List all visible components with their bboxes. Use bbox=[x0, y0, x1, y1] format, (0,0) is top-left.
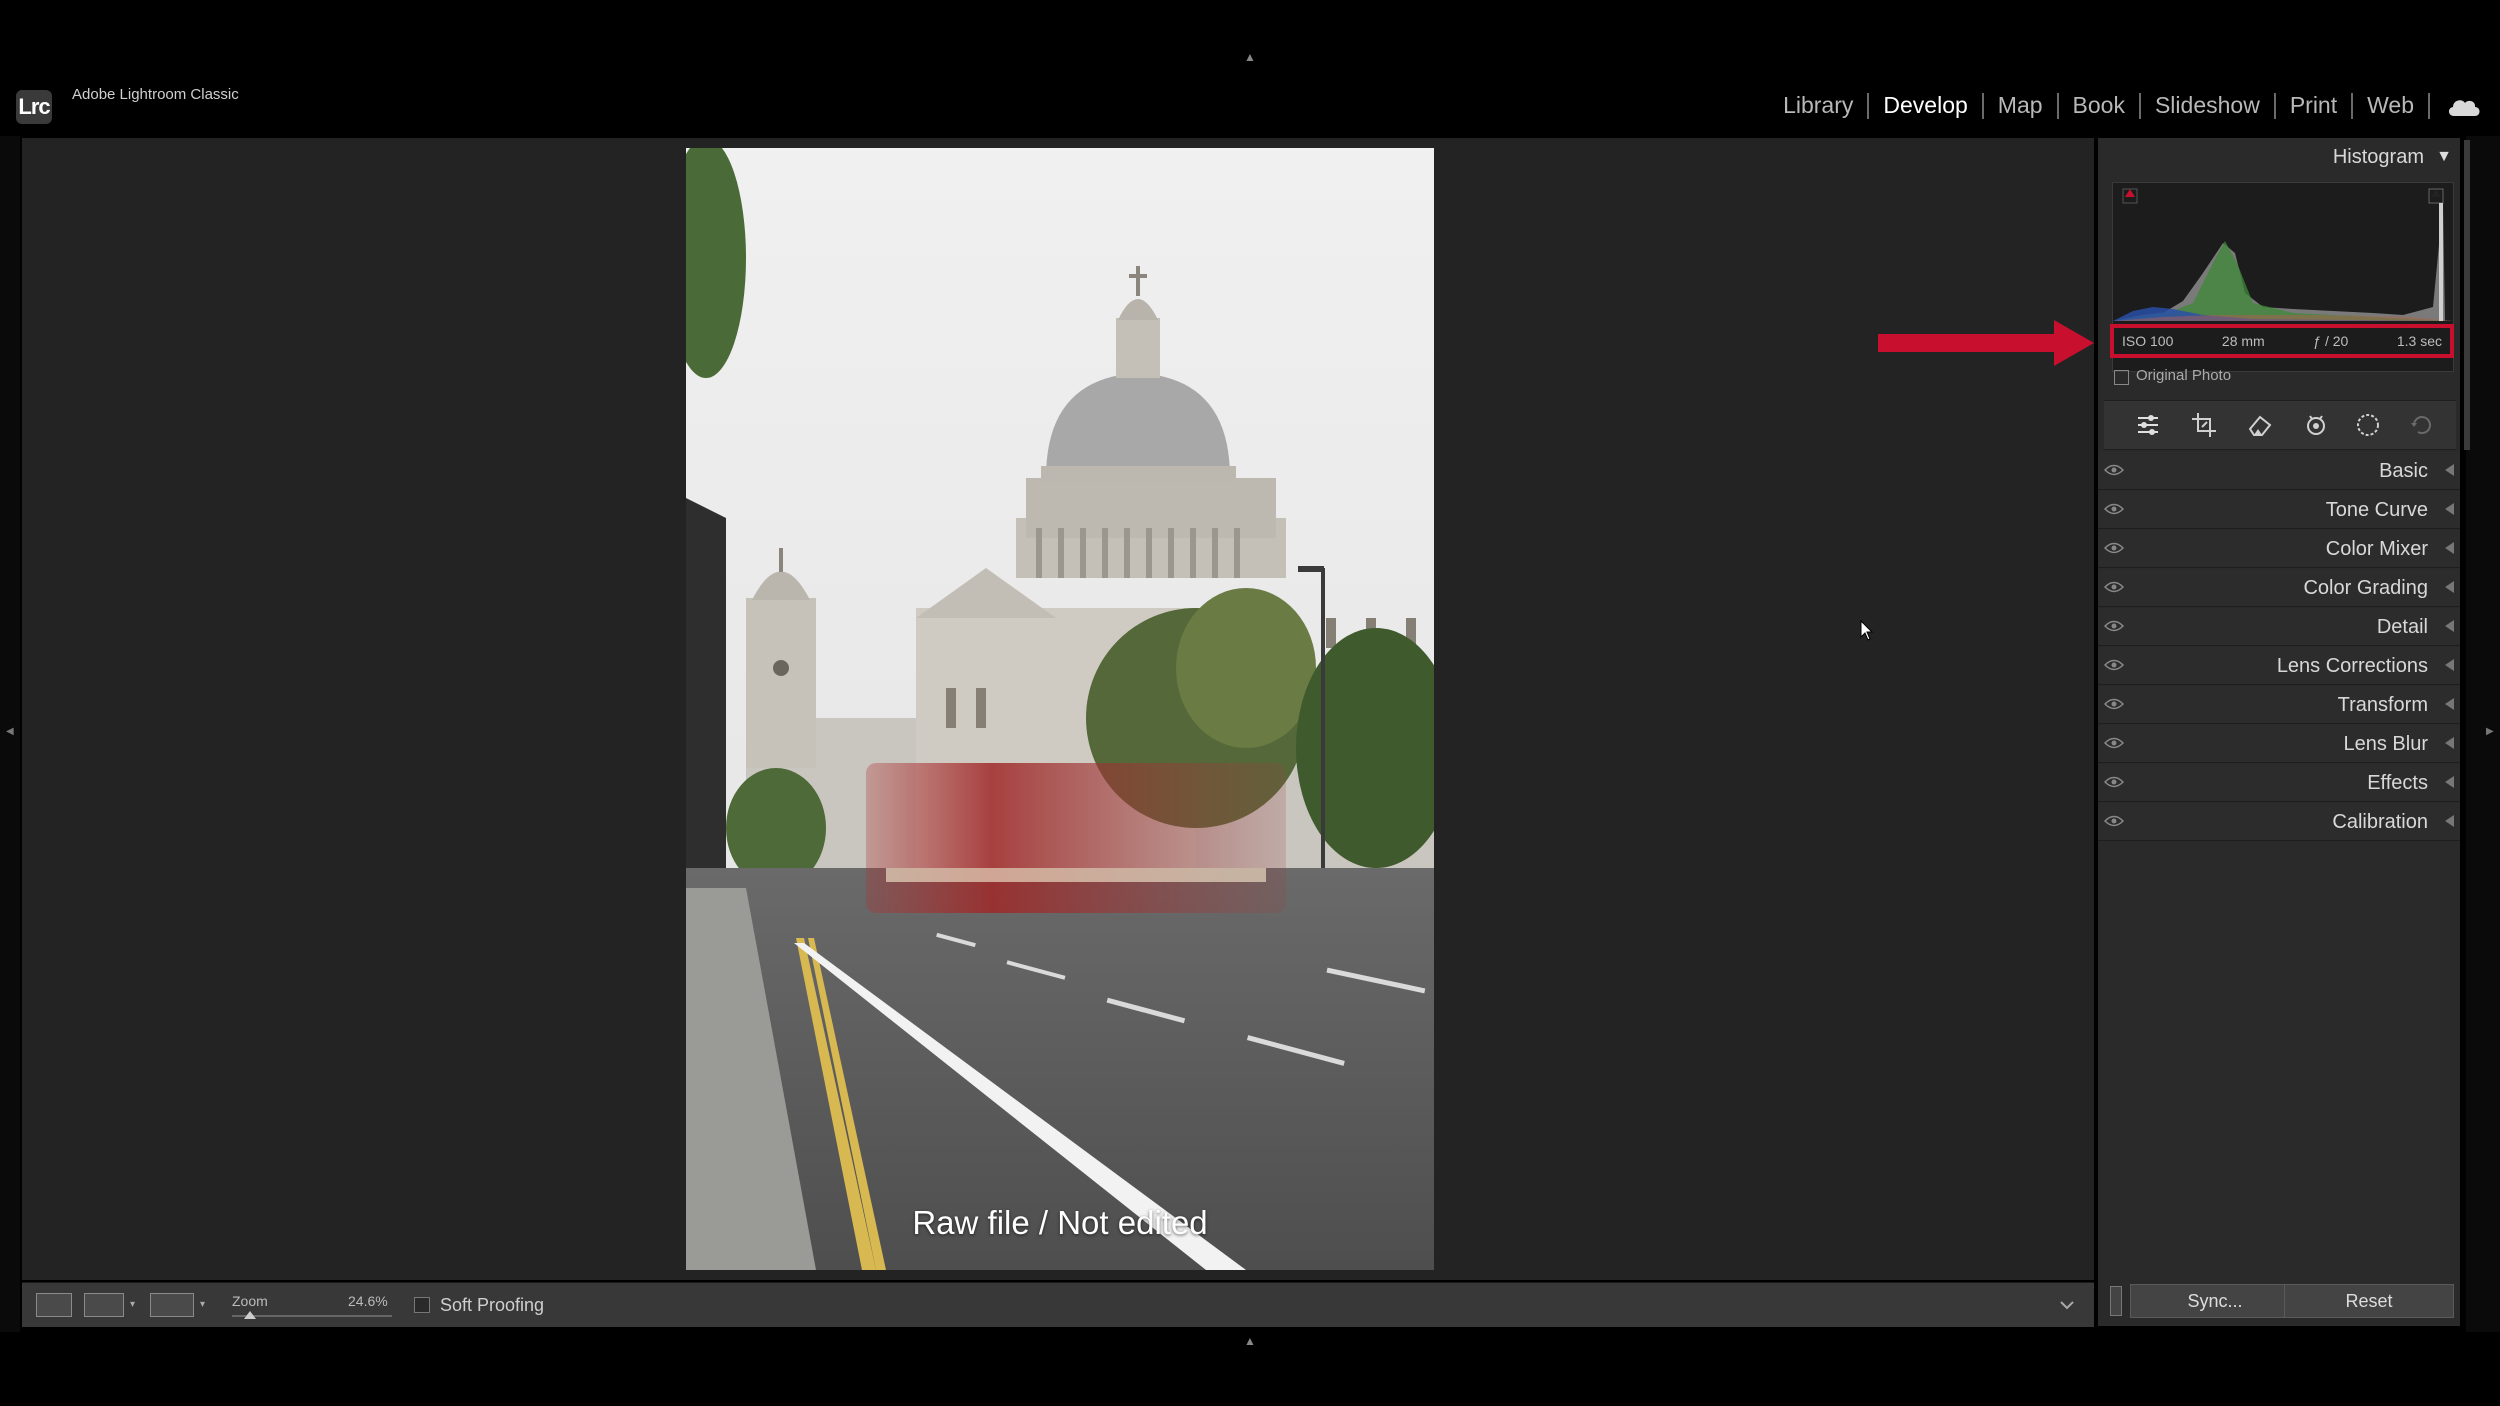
module-book[interactable]: Book bbox=[2059, 92, 2139, 119]
photo-caption: Raw file / Not edited bbox=[912, 1204, 1208, 1241]
auto-sync-switch[interactable] bbox=[2110, 1286, 2122, 1316]
panel-expand-icon[interactable] bbox=[2445, 659, 2454, 671]
filmstrip-toggle-icon[interactable]: ▲ bbox=[1244, 1334, 1256, 1348]
focal-length-value: 28 mm bbox=[2221, 333, 2265, 349]
histogram-title: Histogram bbox=[2332, 146, 2424, 168]
eye-icon[interactable] bbox=[2104, 736, 2124, 750]
right-panel-edge bbox=[2466, 136, 2500, 1332]
panel-name: Color Grading bbox=[2303, 577, 2428, 599]
sync-button[interactable]: Sync... bbox=[2130, 1284, 2300, 1318]
original-photo-label: Original Photo bbox=[2136, 367, 2232, 384]
loupe-view-icon[interactable] bbox=[36, 1293, 72, 1317]
panel-expand-icon[interactable] bbox=[2445, 620, 2454, 632]
module-picker: Library Develop Map Book Slideshow Print… bbox=[1769, 92, 2430, 119]
panel-expand-icon[interactable] bbox=[2445, 503, 2454, 515]
module-divider bbox=[2428, 92, 2430, 119]
panel-expand-icon[interactable] bbox=[2445, 737, 2454, 749]
edit-sliders-icon[interactable] bbox=[2134, 411, 2162, 439]
panel-expand-icon[interactable] bbox=[2445, 464, 2454, 476]
zoom-label: Zoom bbox=[232, 1293, 268, 1309]
histogram-header[interactable]: Histogram ▼ bbox=[2098, 138, 2460, 178]
panel-lens-blur[interactable]: Lens Blur bbox=[2098, 725, 2460, 763]
zoom-slider-thumb[interactable] bbox=[244, 1311, 256, 1319]
photo-preview[interactable] bbox=[686, 148, 1434, 1270]
panel-name: Effects bbox=[2367, 772, 2428, 794]
eye-icon[interactable] bbox=[2104, 697, 2124, 711]
panel-detail[interactable]: Detail bbox=[2098, 608, 2460, 646]
module-map[interactable]: Map bbox=[1984, 92, 2057, 119]
eye-icon[interactable] bbox=[2104, 502, 2124, 516]
module-develop[interactable]: Develop bbox=[1869, 92, 1981, 119]
panel-name: Color Mixer bbox=[2325, 538, 2428, 560]
panel-name: Tone Curve bbox=[2325, 499, 2428, 521]
panel-effects[interactable]: Effects bbox=[2098, 764, 2460, 802]
develop-tool-strip bbox=[2104, 400, 2456, 450]
split-menu-icon[interactable]: ▾ bbox=[200, 1299, 205, 1310]
panel-basic[interactable]: Basic bbox=[2098, 452, 2460, 490]
masking-icon[interactable] bbox=[2354, 411, 2382, 439]
panel-expand-icon[interactable] bbox=[2445, 698, 2454, 710]
develop-panels: Basic Tone Curve Color Mixer Color Gradi… bbox=[2098, 452, 2460, 842]
app-logo: Lrc bbox=[16, 90, 52, 124]
healing-eraser-icon[interactable] bbox=[2246, 411, 2274, 439]
panel-expand-icon[interactable] bbox=[2445, 542, 2454, 554]
cloud-sync-icon[interactable] bbox=[2446, 94, 2482, 118]
panel-expand-icon[interactable] bbox=[2445, 815, 2454, 827]
toolbar-options-icon[interactable] bbox=[2056, 1295, 2078, 1315]
original-photo-checkbox[interactable] bbox=[2114, 370, 2129, 385]
panel-name: Detail bbox=[2376, 616, 2428, 638]
eye-icon[interactable] bbox=[2104, 814, 2124, 828]
panel-name: Basic bbox=[2379, 460, 2428, 482]
iso-value: ISO 100 bbox=[2122, 333, 2174, 349]
histogram-exif-info: ISO 100 28 mm ƒ / 20 1.3 sec bbox=[2110, 324, 2454, 358]
top-panel-toggle-icon[interactable]: ▲ bbox=[1244, 50, 1256, 64]
panel-lens-corrections[interactable]: Lens Corrections bbox=[2098, 647, 2460, 685]
reset-button[interactable]: Reset bbox=[2284, 1284, 2454, 1318]
eye-icon[interactable] bbox=[2104, 580, 2124, 594]
panel-expand-icon[interactable] bbox=[2445, 776, 2454, 788]
panel-color-grading[interactable]: Color Grading bbox=[2098, 569, 2460, 607]
panel-calibration[interactable]: Calibration bbox=[2098, 803, 2460, 841]
before-after-split-icon[interactable] bbox=[150, 1293, 194, 1317]
left-panel-toggle-icon[interactable]: ◀ bbox=[6, 726, 14, 737]
panel-transform[interactable]: Transform bbox=[2098, 686, 2460, 724]
soft-proofing-label: Soft Proofing bbox=[440, 1295, 545, 1315]
history-icon[interactable] bbox=[2408, 411, 2436, 439]
eye-icon[interactable] bbox=[2104, 541, 2124, 555]
before-after-view-icon[interactable] bbox=[84, 1293, 124, 1317]
annotation-arrow-icon bbox=[1878, 320, 2094, 366]
histogram-graph bbox=[2113, 183, 2453, 323]
zoom-slider[interactable] bbox=[232, 1315, 392, 1317]
module-web[interactable]: Web bbox=[2353, 92, 2428, 119]
panel-color-mixer[interactable]: Color Mixer bbox=[2098, 530, 2460, 568]
eye-icon[interactable] bbox=[2104, 775, 2124, 789]
aperture-value: ƒ / 20 bbox=[2313, 333, 2349, 349]
right-panel-toggle-icon[interactable]: ▶ bbox=[2486, 726, 2494, 737]
histogram-collapse-icon[interactable]: ▼ bbox=[2436, 148, 2452, 166]
before-after-menu-icon[interactable]: ▾ bbox=[130, 1299, 135, 1310]
eye-icon[interactable] bbox=[2104, 658, 2124, 672]
panel-tone-curve[interactable]: Tone Curve bbox=[2098, 491, 2460, 529]
eye-icon[interactable] bbox=[2104, 619, 2124, 633]
photo-image bbox=[686, 148, 1434, 1270]
eye-icon[interactable] bbox=[2104, 463, 2124, 477]
crop-icon[interactable] bbox=[2190, 411, 2218, 439]
module-print[interactable]: Print bbox=[2276, 92, 2351, 119]
panel-scrollbar[interactable] bbox=[2464, 140, 2470, 450]
soft-proofing-checkbox[interactable] bbox=[414, 1297, 430, 1313]
panel-name: Calibration bbox=[2332, 811, 2428, 833]
shutter-speed-value: 1.3 sec bbox=[2396, 333, 2442, 349]
mouse-cursor-icon bbox=[1860, 620, 1874, 641]
app-title: Adobe Lightroom Classic bbox=[72, 86, 239, 103]
zoom-value: 24.6% bbox=[348, 1293, 388, 1309]
red-eye-icon[interactable] bbox=[2302, 411, 2330, 439]
bottom-toolbar: ▾ ▾ Zoom 24.6% Soft Proofing bbox=[22, 1282, 2094, 1327]
module-slideshow[interactable]: Slideshow bbox=[2141, 92, 2274, 119]
panel-name: Lens Blur bbox=[2343, 733, 2429, 755]
panel-name: Lens Corrections bbox=[2276, 655, 2428, 677]
panel-expand-icon[interactable] bbox=[2445, 581, 2454, 593]
module-library[interactable]: Library bbox=[1769, 92, 1867, 119]
panel-name: Transform bbox=[2337, 694, 2428, 716]
